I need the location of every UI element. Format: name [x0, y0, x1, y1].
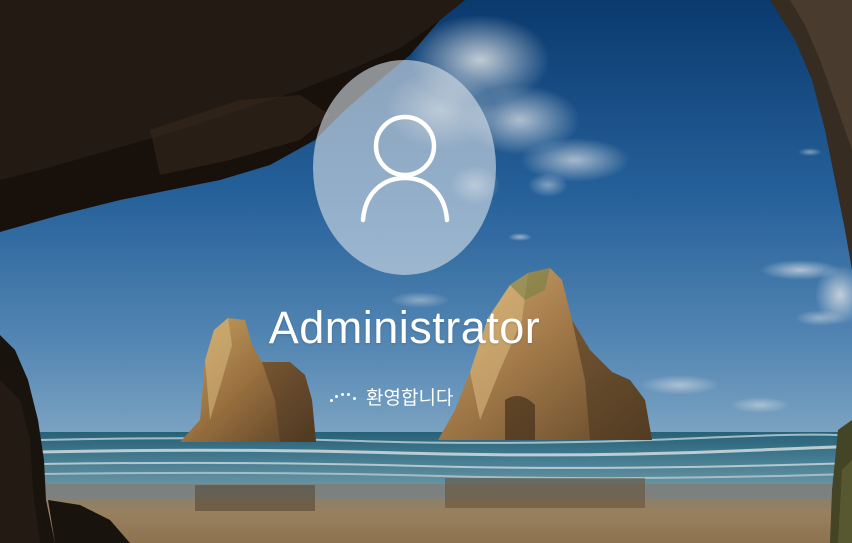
- welcome-text: 환영합니다: [366, 387, 454, 409]
- username-label: Administrator: [268, 302, 541, 353]
- login-status: 환영합니다: [328, 381, 453, 415]
- user-silhouette-icon: [360, 114, 449, 222]
- loading-spinner-icon: [328, 388, 358, 408]
- user-avatar: [313, 60, 496, 275]
